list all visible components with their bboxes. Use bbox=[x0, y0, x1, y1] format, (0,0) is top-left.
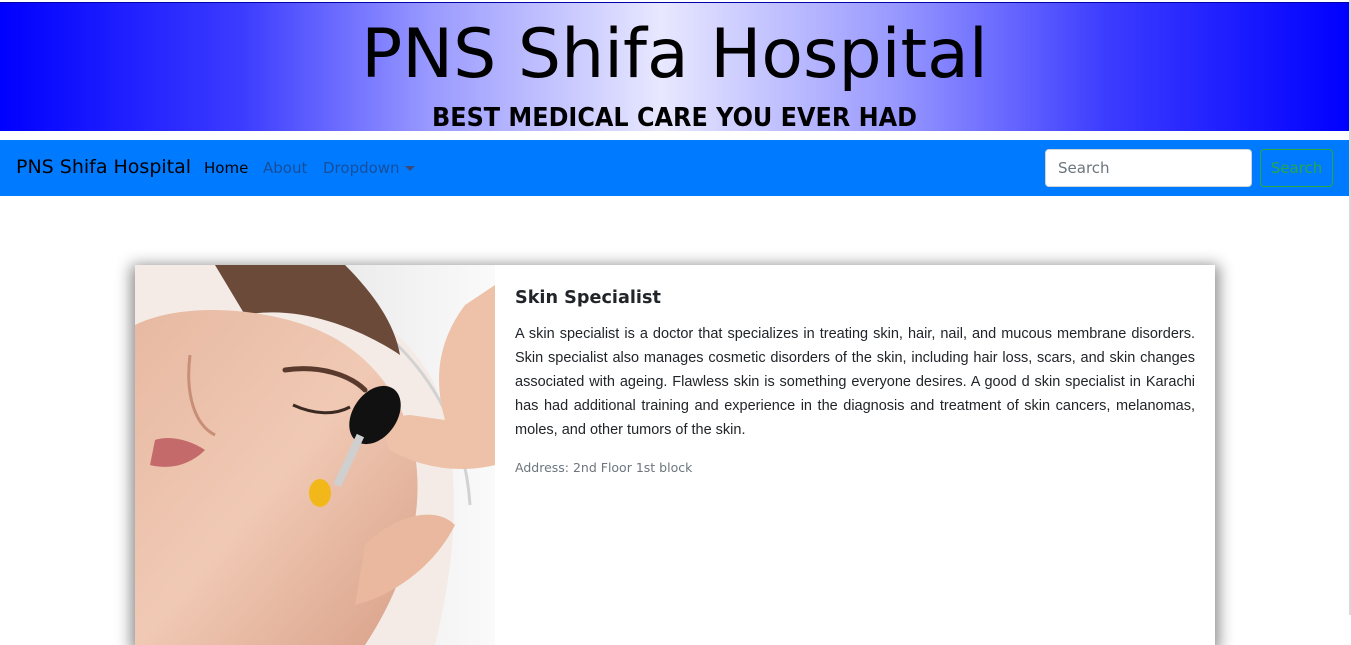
nav-link-home[interactable]: Home bbox=[204, 159, 248, 177]
banner-subtitle: BEST MEDICAL CARE YOU EVER HAD bbox=[431, 103, 918, 133]
specialist-card: Skin Specialist A skin specialist is a d… bbox=[135, 265, 1215, 645]
search-button[interactable]: Search bbox=[1260, 149, 1333, 187]
navbar-brand[interactable]: PNS Shifa Hospital bbox=[16, 156, 191, 178]
hospital-banner: PNS Shifa Hospital BEST MEDICAL CARE YOU… bbox=[0, 2, 1349, 133]
nav-link-about[interactable]: About bbox=[263, 159, 307, 177]
banner-title: PNS Shifa Hospital bbox=[361, 15, 988, 94]
nav-dropdown-toggle[interactable]: Dropdown bbox=[323, 159, 400, 177]
card-description: A skin specialist is a doctor that speci… bbox=[515, 326, 1195, 438]
card-address: Address: 2nd Floor 1st block bbox=[515, 460, 693, 475]
card-body: Skin Specialist A skin specialist is a d… bbox=[515, 287, 1195, 475]
card-title: Skin Specialist bbox=[515, 287, 661, 308]
caret-down-icon[interactable] bbox=[405, 166, 415, 171]
top-navbar: PNS Shifa Hospital Home About Dropdown S… bbox=[0, 140, 1349, 196]
skin-treatment-image bbox=[135, 265, 495, 645]
search-input[interactable] bbox=[1045, 149, 1252, 187]
